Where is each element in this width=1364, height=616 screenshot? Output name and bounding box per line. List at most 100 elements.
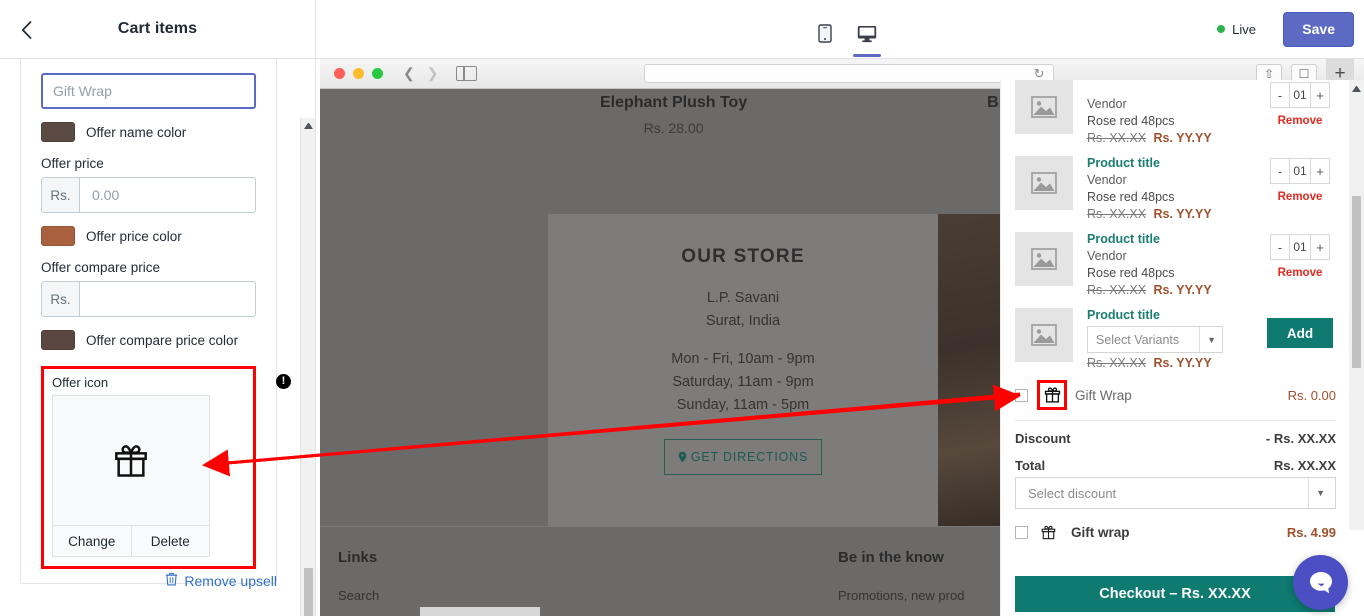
offer-price-input[interactable]: Rs. 0.00 [41, 177, 256, 213]
chat-bubble-icon [1309, 571, 1332, 593]
browser-back-icon[interactable]: ❮ [403, 65, 415, 82]
info-exclamation-icon[interactable]: ! [276, 374, 291, 389]
cart-item-new-price: Rs. YY.YY [1153, 283, 1212, 297]
scroll-up-arrow-icon[interactable] [1352, 84, 1361, 92]
settings-sidebar: Gift Wrap Offer name color Offer price R… [0, 59, 316, 616]
save-button[interactable]: Save [1283, 11, 1354, 47]
add-upsell-button[interactable]: Add [1267, 318, 1333, 348]
cart-item-old-price: Rs. XX.XX [1087, 131, 1147, 145]
get-directions-label: GET DIRECTIONS [690, 450, 809, 464]
cart-scrollbar[interactable] [1349, 80, 1364, 530]
sidebar-scrollbar[interactable] [300, 118, 315, 616]
offer-price-color-swatch[interactable] [41, 226, 75, 246]
footer-link-search[interactable]: Search [338, 588, 379, 603]
giftwrap-addon-icon [1040, 523, 1057, 542]
giftwrap-addon-row: Gift wrap Rs. 4.99 [1001, 509, 1350, 542]
offer-icon-preview [52, 395, 210, 526]
map-pin-icon [678, 451, 687, 463]
upsell-thumbnail [1015, 308, 1073, 362]
browser-forward-icon[interactable]: ❯ [427, 65, 439, 82]
qty-increase-button[interactable]: + [1311, 159, 1329, 183]
offer-price-group: Offer price Rs. 0.00 [41, 156, 256, 213]
qty-value[interactable]: 01 [1289, 159, 1311, 183]
chat-bubble-button[interactable] [1293, 555, 1348, 610]
offer-compare-price-value[interactable] [80, 282, 255, 316]
sidebar-panel-icon[interactable] [456, 66, 478, 81]
tab-desktop-preview[interactable] [850, 1, 884, 57]
total-value: Rs. XX.XX [1273, 458, 1336, 473]
quantity-stepper[interactable]: - 01 + [1270, 158, 1330, 184]
offer-name-color-row[interactable]: Offer name color [41, 122, 256, 142]
giftwrap-offer-checkbox[interactable] [1015, 388, 1028, 402]
store-hours-line: Mon - Fri, 10am - 9pm [671, 351, 815, 367]
giftwrap-offer-label: Gift Wrap [1075, 387, 1132, 403]
cart-item-prices: Rs. XX.XX Rs. YY.YY [1087, 283, 1264, 297]
cart-item-variant: Rose red 48pcs [1087, 190, 1175, 204]
maximize-window-icon[interactable] [372, 68, 383, 79]
page-title: Cart items [117, 20, 198, 37]
discount-label: Discount [1015, 431, 1071, 446]
live-status: Live [1217, 0, 1256, 59]
store-hours-line: Sunday, 11am - 5pm [676, 397, 810, 413]
store-hours-line: Saturday, 11am - 9pm [672, 374, 814, 390]
offer-price-value[interactable]: 0.00 [80, 178, 255, 212]
image-placeholder-icon [1031, 96, 1057, 118]
scroll-up-arrow-icon[interactable] [304, 121, 313, 129]
cart-item-title[interactable]: Product title [1087, 156, 1264, 170]
cart-item-row: Product title Vendor Rose red 48pcs Rs. … [1001, 223, 1350, 299]
top-bar-left: Cart items [0, 0, 316, 59]
variant-select-placeholder: Select Variants [1096, 332, 1180, 347]
qty-value[interactable]: 01 [1289, 235, 1311, 259]
get-directions-button[interactable]: GET DIRECTIONS [664, 439, 822, 475]
offer-compare-price-color-swatch[interactable] [41, 330, 75, 350]
giftwrap-addon-checkbox[interactable] [1015, 526, 1028, 539]
qty-value[interactable]: 01 [1289, 83, 1311, 107]
change-icon-button[interactable]: Change [53, 526, 131, 556]
giftwrap-offer-price: Rs. 0.00 [1287, 387, 1336, 403]
variant-select[interactable]: Select Variants ▼ [1087, 326, 1223, 353]
remove-upsell-button[interactable]: Remove upsell [20, 572, 277, 589]
cart-item-remove-link[interactable]: Remove [1264, 115, 1336, 127]
discount-row: Discount - Rs. XX.XX [1015, 431, 1336, 446]
tab-mobile-preview[interactable] [808, 1, 842, 57]
offer-price-color-row[interactable]: Offer price color [41, 226, 256, 246]
back-button[interactable] [12, 16, 40, 44]
minimize-window-icon[interactable] [353, 68, 364, 79]
url-input[interactable]: ↻ [644, 64, 1055, 83]
footer-know-text: Promotions, new prod [838, 588, 965, 603]
cart-item-thumbnail [1015, 156, 1073, 210]
cart-scrollbar-thumb[interactable] [1352, 196, 1361, 368]
cart-item-thumbnail [1015, 232, 1073, 286]
select-discount-dropdown[interactable]: Select discount ▼ [1015, 477, 1336, 509]
delete-icon-button[interactable]: Delete [130, 526, 209, 556]
qty-increase-button[interactable]: + [1311, 235, 1329, 259]
qty-increase-button[interactable]: + [1311, 83, 1329, 107]
cart-item-info: Product title Vendor Rose red 48pcs Rs. … [1073, 80, 1264, 145]
upsell-settings-card: Gift Wrap Offer name color Offer price R… [20, 59, 291, 584]
offer-compare-price-input[interactable]: Rs. [41, 281, 256, 317]
quantity-stepper[interactable]: - 01 + [1270, 82, 1330, 108]
offer-compare-price-color-row[interactable]: Offer compare price color [41, 330, 256, 350]
upsell-action-col: Add [1264, 308, 1336, 348]
sidebar-scrollbar-thumb[interactable] [304, 568, 313, 616]
cart-item-row: Product title Vendor Rose red 48pcs Rs. … [1001, 147, 1350, 223]
footer-know-heading: Be in the know [838, 549, 944, 566]
checkout-button[interactable]: Checkout – Rs. XX.XX [1015, 576, 1335, 612]
qty-decrease-button[interactable]: - [1271, 235, 1289, 259]
cart-item-remove-link[interactable]: Remove [1264, 191, 1336, 203]
upsell-title[interactable]: Product title [1087, 308, 1264, 322]
qty-decrease-button[interactable]: - [1271, 159, 1289, 183]
offer-name-input[interactable]: Gift Wrap [41, 73, 256, 109]
cart-item-title[interactable]: Product title [1087, 232, 1264, 246]
cart-item-remove-link[interactable]: Remove [1264, 267, 1336, 279]
footer-newsletter-column: Be in the know Promotions, new prod [838, 549, 964, 603]
top-bar: Cart items Live Save [0, 0, 1364, 59]
product-card[interactable]: Elephant Plush Toy Rs. 28.00 [600, 94, 747, 136]
qty-decrease-button[interactable]: - [1271, 83, 1289, 107]
offer-price-label: Offer price [41, 156, 104, 171]
close-window-icon[interactable] [334, 68, 345, 79]
cart-item-variant: Rose red 48pcs [1087, 114, 1175, 128]
cart-item-qty-col: - 01 + Remove [1264, 80, 1336, 127]
quantity-stepper[interactable]: - 01 + [1270, 234, 1330, 260]
offer-name-color-swatch[interactable] [41, 122, 75, 142]
